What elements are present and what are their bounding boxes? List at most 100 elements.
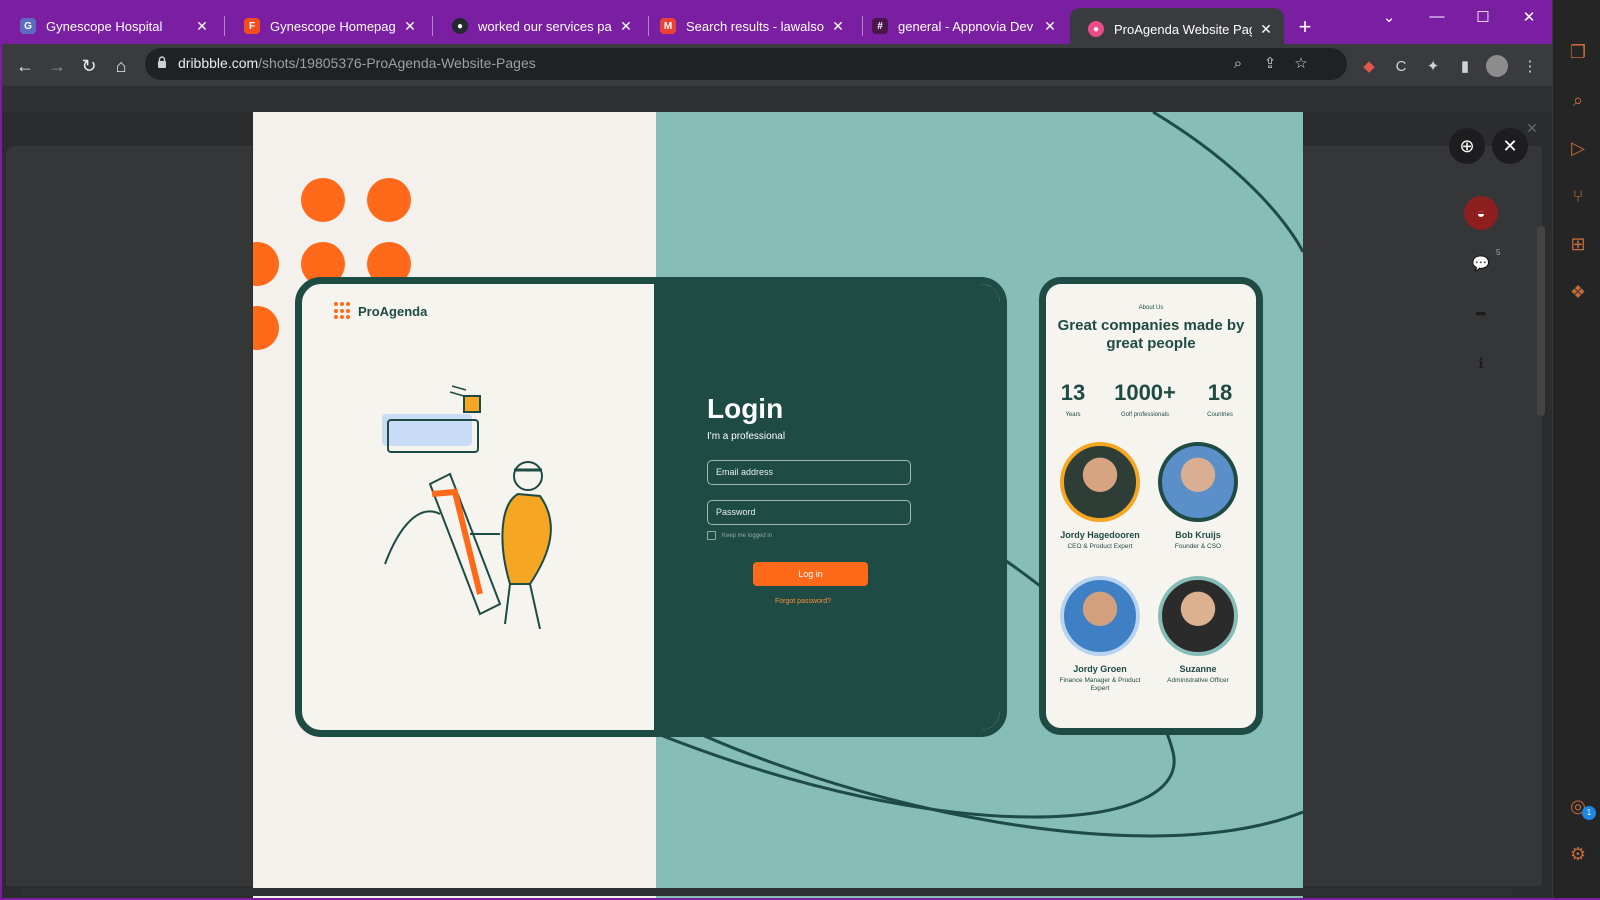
tab-github[interactable]: ● worked our services page by ✕ (434, 8, 644, 44)
close-tab-icon[interactable]: ✕ (1042, 18, 1058, 35)
close-tab-icon[interactable]: ✕ (1258, 21, 1274, 38)
side-panel-icon[interactable]: ▮ (1455, 57, 1475, 77)
stat-label: Years (1065, 412, 1081, 418)
maximize-button[interactable]: ☐ (1468, 8, 1498, 26)
avatar (1060, 442, 1140, 522)
person-name: Bob Kruijs (1175, 530, 1221, 540)
url-path: /shots/19805376-ProAgenda-Website-Pages (258, 55, 536, 71)
address-bar[interactable]: dribbble.com/shots/19805376-ProAgenda-We… (145, 48, 1347, 80)
gmail-icon: M (660, 18, 676, 34)
tab-divider (432, 16, 433, 36)
figma-icon: F (244, 18, 260, 34)
designer-avatar[interactable]: ◒ (1464, 196, 1498, 230)
person-name: Suzanne (1179, 664, 1217, 674)
page-viewport: ProAgenda Login I'm a professional Email… (2, 86, 1552, 898)
tab-gmail[interactable]: M Search results - lawalsonolu ✕ (642, 8, 856, 44)
tab-label: Gynescope Homepage – Fig (270, 18, 396, 34)
stat-countries: 18 Countries (1200, 380, 1240, 418)
extensions-icon[interactable]: ⊞ (1564, 230, 1592, 258)
page-header-strip (2, 86, 1552, 112)
horizontal-scrollbar[interactable] (22, 888, 1512, 896)
forward-button[interactable]: → (44, 53, 70, 79)
profile-avatar[interactable] (1486, 55, 1508, 77)
tab-gynescope-hospital[interactable]: G Gynescope Hospital ✕ (2, 8, 220, 44)
minimize-button[interactable]: — (1422, 8, 1452, 25)
browser-window: G Gynescope Hospital ✕ F Gynescope Homep… (2, 0, 1600, 898)
modal-backdrop-right[interactable] (1302, 146, 1542, 886)
url-host: dribbble.com (178, 55, 259, 71)
close-icon[interactable]: ✕ (1492, 128, 1528, 164)
info-icon[interactable]: ℹ (1464, 346, 1498, 380)
close-tab-icon[interactable]: ✕ (618, 18, 634, 35)
login-form-panel: Login I'm a professional Email address P… (654, 284, 1000, 730)
stat-value: 13 (1060, 380, 1086, 405)
tab-gynescope-homepage[interactable]: F Gynescope Homepage – Fig ✕ (226, 8, 428, 44)
close-tab-icon[interactable]: ✕ (402, 18, 418, 35)
close-window-button[interactable]: ✕ (1514, 8, 1544, 26)
login-subtitle: I'm a professional (707, 431, 786, 442)
modal-backdrop-left[interactable] (6, 146, 252, 886)
login-button: Log in (753, 562, 868, 586)
logo-text: ProAgenda (358, 303, 428, 319)
avatar (1158, 576, 1238, 656)
person-role: Administrative Officer (1167, 677, 1229, 684)
about-title: Great companies made by great people (1057, 317, 1245, 352)
tab-divider (224, 16, 225, 36)
checkbox-icon (707, 531, 716, 540)
home-button[interactable]: ⌂ (108, 53, 134, 79)
zoom-icon[interactable]: ⌕ (1228, 54, 1248, 74)
vertical-scrollbar[interactable] (1537, 226, 1545, 416)
comment-count: 5 (1496, 248, 1501, 257)
person-role: Finance Manager & Product Expert (1059, 677, 1141, 692)
tab-label: general - Appnovia Dev - Sl (898, 18, 1036, 34)
team-member: Jordy Hagedooren CEO & Product Expert (1055, 442, 1145, 551)
search-icon[interactable]: ⌕ (1564, 86, 1592, 114)
back-button[interactable]: ← (12, 53, 38, 79)
remember-label: Keep me logged in (722, 532, 773, 539)
close-tab-icon[interactable]: ✕ (194, 18, 210, 35)
browser-toolbar: ← → ↻ ⌂ dribbble.com/shots/19805376-ProA… (2, 44, 1552, 86)
tab-label: Search results - lawalsonolu (686, 18, 824, 34)
remember-checkbox: Keep me logged in (707, 531, 772, 540)
tab-label: worked our services page by (478, 18, 612, 34)
tab-strip: G Gynescope Hospital ✕ F Gynescope Homep… (2, 0, 1552, 50)
copy-icon[interactable]: ❐ (1564, 38, 1592, 66)
extension-c-icon[interactable]: C (1391, 57, 1411, 77)
dribbble-icon: ● (1088, 21, 1104, 37)
delivery-illustration (382, 385, 552, 629)
share-icon[interactable]: ➦ (1464, 296, 1498, 330)
close-modal-icon[interactable]: ✕ (1526, 120, 1538, 137)
extensions-puzzle-icon[interactable]: ✦ (1423, 57, 1443, 77)
settings-gear-icon[interactable]: ⚙ (1564, 840, 1592, 868)
shot-image: ProAgenda Login I'm a professional Email… (253, 112, 1303, 898)
team-member: Suzanne Administrative Officer (1153, 576, 1243, 685)
stat-value: 18 (1207, 380, 1233, 405)
close-tab-icon[interactable]: ✕ (830, 18, 846, 35)
orange-dot (301, 178, 345, 222)
notification-badge: 1 (1582, 806, 1596, 820)
zoom-in-icon[interactable]: ⊕ (1449, 128, 1485, 164)
tab-search-dropdown-icon[interactable]: ⌄ (1374, 8, 1404, 26)
comment-icon[interactable]: 💬 (1464, 246, 1498, 280)
figma-icon[interactable]: ❖ (1564, 278, 1592, 306)
stat-value: 1000+ (1114, 380, 1176, 405)
person-role: CEO & Product Expert (1067, 543, 1133, 550)
url-text: dribbble.com/shots/19805376-ProAgenda-We… (178, 55, 536, 71)
bookmark-star-icon[interactable]: ☆ (1291, 54, 1311, 74)
person-name: Jordy Hagedooren (1060, 530, 1140, 540)
orange-dot (367, 178, 411, 222)
tab-label: Gynescope Hospital (46, 18, 163, 34)
source-control-icon[interactable]: ⑂ (1564, 182, 1592, 210)
browser-menu-icon[interactable]: ⋮ (1520, 57, 1540, 77)
run-icon[interactable]: ▷ (1564, 134, 1592, 162)
tab-slack[interactable]: # general - Appnovia Dev - Sl ✕ (854, 8, 1068, 44)
share-icon[interactable]: ⇪ (1260, 54, 1280, 74)
stat-label: Countries (1207, 412, 1233, 418)
slack-icon: # (872, 18, 888, 34)
lock-icon[interactable] (157, 56, 167, 68)
color-picker-extension-icon[interactable]: ◆ (1359, 57, 1379, 77)
person-name: Jordy Groen (1073, 664, 1127, 674)
new-tab-button[interactable]: + (1292, 14, 1318, 40)
reload-button[interactable]: ↻ (76, 53, 102, 79)
about-eyebrow: About Us (1138, 305, 1164, 311)
